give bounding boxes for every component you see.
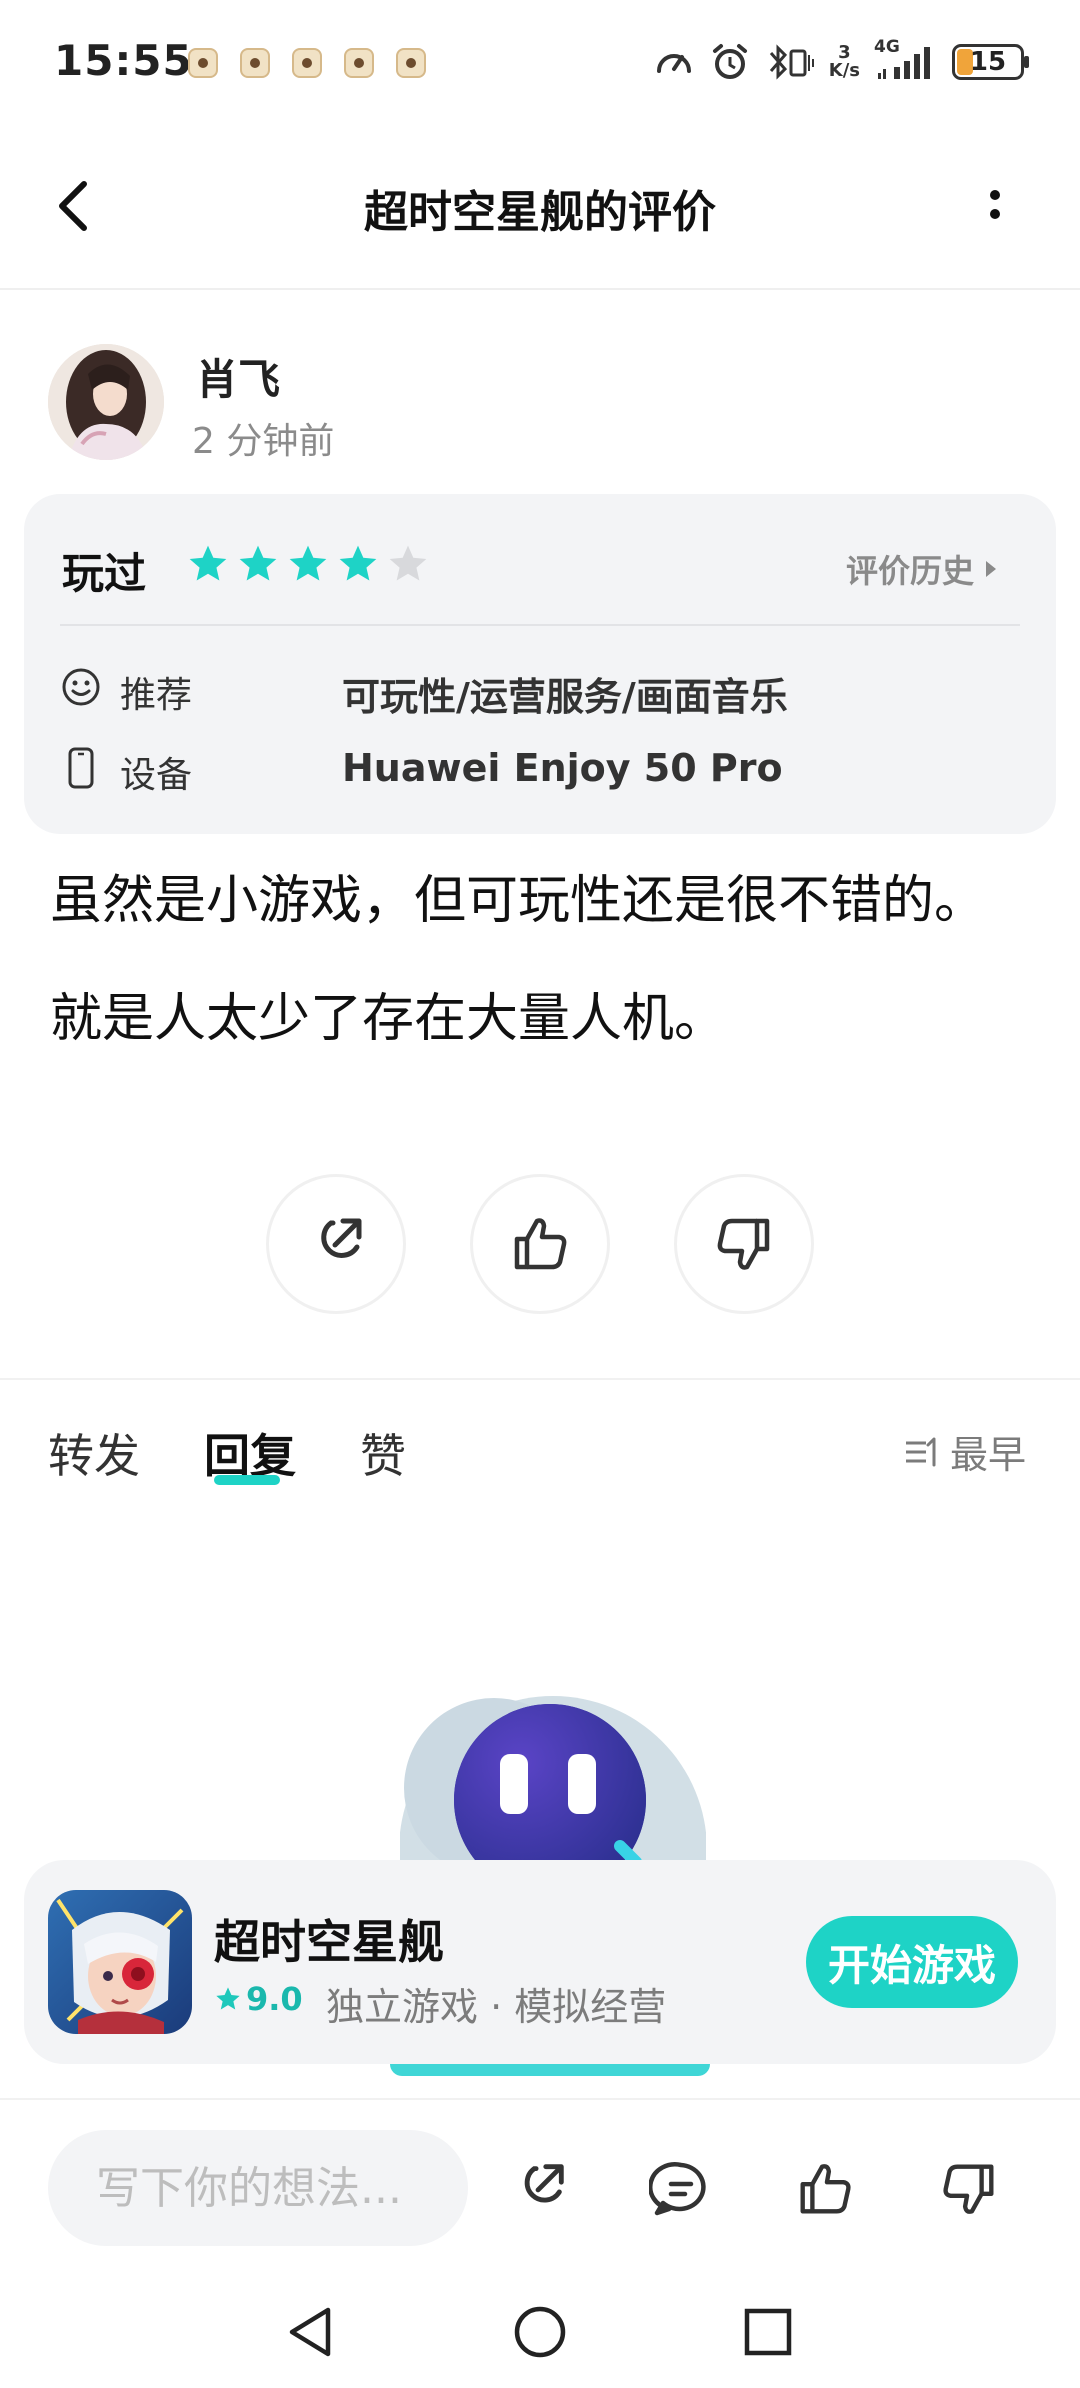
bottom-bar-divider [0,2098,1080,2100]
tab-forward[interactable]: 转发 [48,1420,140,1486]
circle-home-icon [514,2306,566,2358]
star-rating [186,542,430,586]
more-options-button[interactable] [980,184,1010,234]
comment-icon [649,2162,706,2216]
avatar[interactable] [48,344,164,460]
active-tab-indicator [214,1475,280,1485]
dislike-button[interactable] [674,1174,814,1314]
sort-label: 最早 [950,1433,1027,1477]
username[interactable]: 肖飞 [196,346,280,407]
network-type: 4G [874,37,900,57]
start-game-button[interactable]: 开始游戏 [806,1916,1018,2008]
signal-icon: 4G [874,37,938,83]
thumbs-down-icon [943,2164,994,2214]
nav-recents-button[interactable] [736,2300,800,2364]
tab-like[interactable]: 赞 [360,1420,406,1486]
thumbs-up-icon [800,2164,851,2214]
battery-indicator: 15 [952,44,1029,80]
nav-home-button[interactable] [508,2300,572,2364]
like-button[interactable] [470,1174,610,1314]
alarm-icon [709,41,751,83]
status-time: 15:55 [54,36,193,85]
smile-icon [60,666,102,712]
device-label: 设备 [120,755,193,796]
post-time: 2 分钟前 [192,421,335,462]
bottom-share-button[interactable] [504,2154,574,2224]
bottom-dislike-button[interactable] [934,2154,1004,2224]
triangle-back-icon [289,2307,331,2357]
header-divider [0,288,1080,290]
share-button[interactable] [266,1174,406,1314]
star-filled-icon [339,545,377,581]
star-filled-icon [239,545,277,581]
game-rating-value: 9.0 [246,1980,303,2018]
review-text: 虽然是小游戏，但可玩性还是很不错的。就是人太少了存在大量人机。 [50,871,987,1049]
bottom-like-button[interactable] [790,2154,860,2224]
recommend-value: 可玩性/运营服务/画面音乐 [342,675,788,719]
star-filled-icon [289,545,327,581]
thumbs-down-icon [717,1218,770,1270]
comment-input[interactable] [48,2130,468,2246]
more-vertical-icon [990,190,1000,219]
rating-history-label: 评价历史 [846,552,975,590]
phone-icon [66,746,96,794]
bottom-comment-button[interactable] [646,2154,716,2224]
play-status: 玩过 [62,549,147,598]
network-speed-unit: K/s [828,60,860,81]
page-title: 超时空星舰的评价 [364,187,716,238]
game-name: 超时空星舰 [214,1915,444,1969]
game-rating: 9.0 [214,1980,303,2018]
share-icon [321,1218,362,1258]
sort-button[interactable]: 最早 [904,1424,1026,1479]
triangle-right-icon [986,561,997,577]
nav-back-button[interactable] [278,2300,342,2364]
share-icon [524,2164,564,2203]
notification-app-icon [344,48,374,78]
notification-app-icon [396,48,426,78]
game-icon[interactable] [48,1890,192,2034]
sort-icon [906,1437,936,1466]
notification-app-icon [240,48,270,78]
notification-app-icon [292,48,322,78]
rating-history-link[interactable]: 评价历史 [846,546,998,592]
network-speed: 3 K/s [829,44,860,80]
square-recents-icon [744,2308,792,2356]
section-divider [0,1378,1080,1380]
star-empty-icon [389,545,427,581]
bluetooth-vibrate-icon [765,41,815,83]
card-divider [60,624,1020,626]
game-tags: 独立游戏 · 模拟经营 [326,1985,667,2029]
battery-level: 15 [969,47,1007,77]
device-value: Huawei Enjoy 50 Pro [342,746,783,790]
recommend-label: 推荐 [120,675,193,716]
data-saver-icon [653,41,695,83]
thumbs-up-icon [514,1218,567,1270]
notification-app-icon [188,48,218,78]
star-icon [216,1987,240,2010]
star-filled-icon [189,545,227,581]
status-icons: 3 K/s 4G 15 [653,37,1029,86]
